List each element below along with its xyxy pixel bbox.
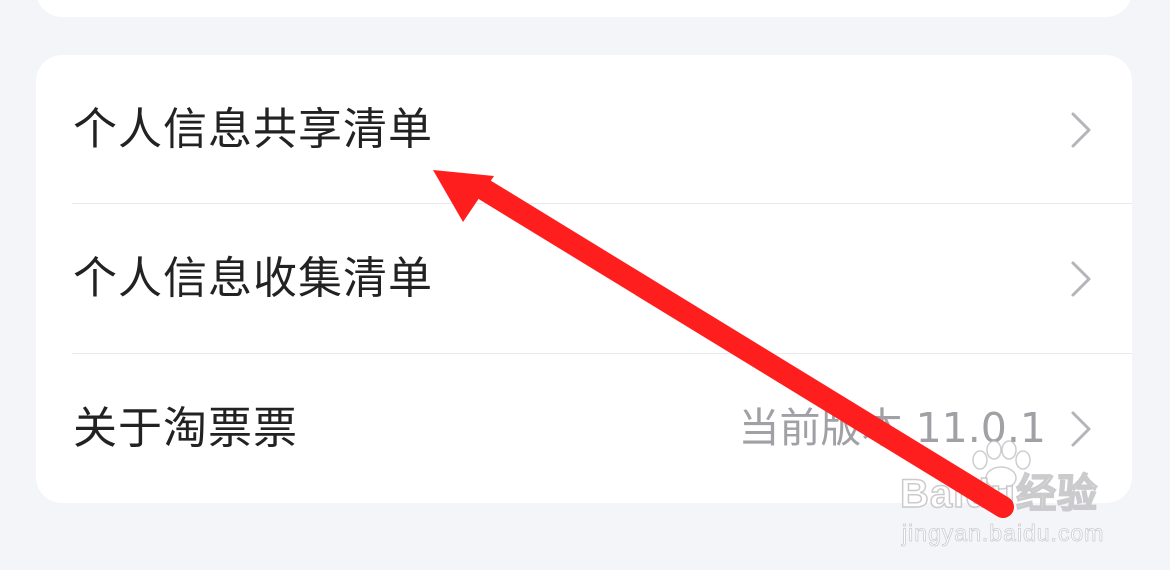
personal-info-sharing-list-item[interactable]: 个人信息共享清单 [36, 55, 1132, 204]
personal-info-sharing-list-label: 个人信息共享清单 [73, 103, 433, 155]
personal-info-collection-list-item[interactable]: 个人信息收集清单 [36, 204, 1132, 353]
settings-card: 个人信息共享清单 个人信息收集清单 关于淘票票 当前版本 11.0.1 [36, 55, 1132, 503]
chevron-right-icon [1070, 410, 1092, 448]
app-version-value: 当前版本 11.0.1 [738, 404, 1046, 452]
about-taopiaopiao-item[interactable]: 关于淘票票 当前版本 11.0.1 [36, 354, 1132, 503]
about-taopiaopiao-label: 关于淘票票 [73, 402, 298, 454]
personal-info-collection-list-label: 个人信息收集清单 [73, 252, 433, 304]
previous-settings-card [36, 0, 1132, 17]
chevron-right-icon [1070, 260, 1092, 298]
chevron-right-icon [1070, 111, 1092, 149]
watermark-domain: jingyan.baidu.com [902, 520, 1105, 546]
